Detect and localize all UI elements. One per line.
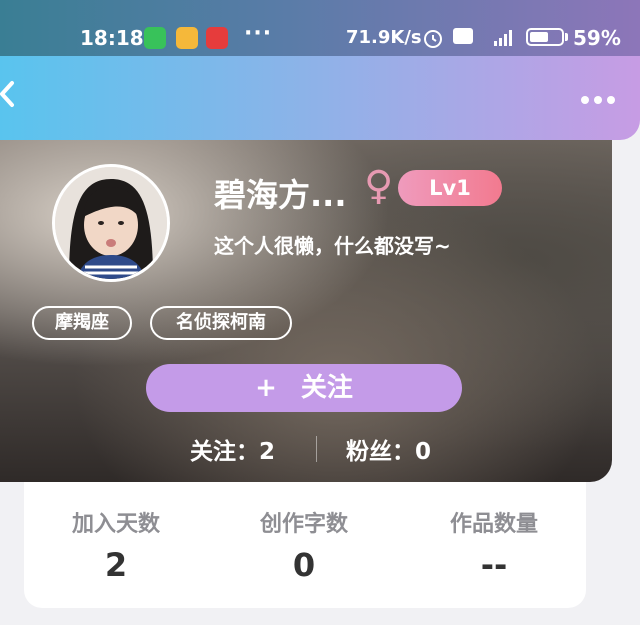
wechat-icon (144, 27, 166, 49)
stat-join-days: 加入天数 2 (36, 506, 196, 584)
shopping-app-icon (206, 27, 228, 49)
signal-icon (482, 27, 518, 51)
status-time: 18:18 (80, 26, 144, 50)
alarm-icon (422, 27, 444, 53)
stat-word-count: 创作字数 0 (224, 506, 384, 584)
stat-value: 0 (292, 546, 316, 584)
level-badge: Lv1 (398, 170, 502, 206)
stat-label: 加入天数 (71, 512, 160, 537)
stats-card: 加入天数 2 创作字数 0 作品数量 -- (24, 482, 586, 608)
avatar[interactable] (52, 164, 170, 282)
follow-button-label: 关注 (300, 373, 353, 403)
back-button[interactable] (0, 78, 16, 118)
hd-icon (452, 27, 474, 49)
plus-icon: + (255, 373, 277, 403)
following-count[interactable]: 关注：2 (190, 432, 275, 466)
tag-interest[interactable]: 名侦探柯南 (150, 306, 292, 340)
stat-value: -- (480, 546, 508, 584)
user-name: 碧海方... (214, 176, 347, 214)
network-speed: 71.9K/s (346, 27, 422, 48)
fans-count[interactable]: 粉丝：0 (346, 432, 431, 466)
more-notifications-icon: ··· (244, 21, 273, 46)
battery-percent: 59% (573, 26, 621, 50)
stat-value: 2 (104, 546, 128, 584)
more-options-button[interactable] (580, 78, 616, 113)
stat-works-count: 作品数量 -- (414, 506, 574, 584)
notes-app-icon (176, 27, 198, 49)
stats-divider (316, 436, 317, 462)
stat-label: 创作字数 (259, 512, 348, 537)
profile-card: 碧海方... ♀ Lv1 这个人很懒，什么都没写~ 摩羯座 名侦探柯南 + 关注 … (0, 140, 612, 482)
female-gender-icon: ♀ (364, 163, 394, 209)
battery-icon (526, 28, 564, 46)
stat-label: 作品数量 (449, 512, 538, 537)
tag-zodiac[interactable]: 摩羯座 (32, 306, 132, 340)
top-nav-bar (0, 56, 640, 140)
follow-button[interactable]: + 关注 (146, 364, 462, 412)
user-bio: 这个人很懒，什么都没写~ (214, 234, 451, 258)
